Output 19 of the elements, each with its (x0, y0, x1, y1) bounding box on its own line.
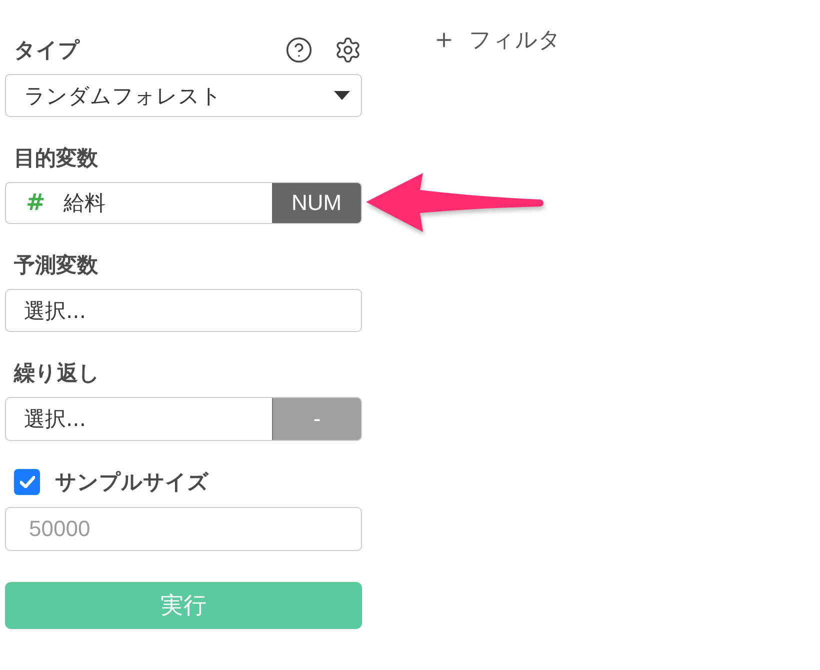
select-field[interactable]: 選択... - (5, 397, 362, 441)
field-value: 給料 (63, 190, 106, 217)
caret-icon (334, 91, 350, 100)
checkmark-icon (20, 476, 34, 488)
add-filter-button[interactable]: フィルタ (433, 25, 561, 55)
help-icon[interactable] (285, 36, 313, 64)
hash-icon: # (26, 190, 46, 216)
target-field[interactable]: # 給料 NUM (5, 182, 362, 224)
select-field[interactable]: 選択... (5, 289, 362, 332)
input-field[interactable]: 50000 (5, 507, 362, 551)
settings-icon[interactable] (334, 36, 362, 64)
field-label: 目的変数 (13, 145, 98, 172)
type-badge: NUM (272, 183, 361, 223)
field-label: 繰り返し (12, 360, 100, 387)
field-label: タイプ (13, 37, 80, 64)
field-label: 予測変数 (13, 252, 98, 279)
checkbox-label: サンプルサイズ (54, 469, 209, 496)
type-select[interactable]: ランダムフォレスト (5, 74, 362, 117)
checkbox[interactable] (14, 469, 40, 495)
